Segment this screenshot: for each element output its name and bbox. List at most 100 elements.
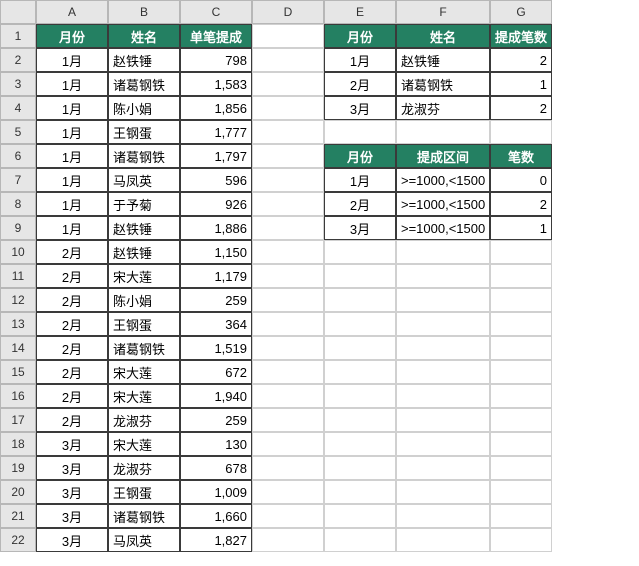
- t1-amount[interactable]: 1,150: [180, 240, 252, 264]
- t1-name[interactable]: 诸葛钢铁: [108, 72, 180, 96]
- empty-cell[interactable]: [324, 120, 396, 144]
- col-header[interactable]: C: [180, 0, 252, 24]
- empty-cell[interactable]: [324, 384, 396, 408]
- t1-month[interactable]: 2月: [36, 312, 108, 336]
- row-header[interactable]: 17: [0, 408, 36, 432]
- empty-cell[interactable]: [252, 288, 324, 312]
- empty-cell[interactable]: [252, 528, 324, 552]
- t1-amount[interactable]: 798: [180, 48, 252, 72]
- empty-cell[interactable]: [252, 144, 324, 168]
- empty-cell[interactable]: [252, 312, 324, 336]
- col-header[interactable]: G: [490, 0, 552, 24]
- row-header[interactable]: 20: [0, 480, 36, 504]
- t2-hdr-name[interactable]: 姓名: [396, 24, 490, 48]
- t1-hdr-amount[interactable]: 单笔提成: [180, 24, 252, 48]
- empty-cell[interactable]: [324, 312, 396, 336]
- t2-hdr-count[interactable]: 提成笔数: [490, 24, 552, 48]
- empty-cell[interactable]: [252, 48, 324, 72]
- empty-cell[interactable]: [252, 216, 324, 240]
- t2-count[interactable]: 2: [490, 96, 552, 120]
- row-header[interactable]: 15: [0, 360, 36, 384]
- row-header[interactable]: 11: [0, 264, 36, 288]
- t1-amount[interactable]: 1,009: [180, 480, 252, 504]
- row-header[interactable]: 16: [0, 384, 36, 408]
- empty-cell[interactable]: [490, 432, 552, 456]
- t2-count[interactable]: 1: [490, 72, 552, 96]
- t1-name[interactable]: 赵铁锤: [108, 216, 180, 240]
- empty-cell[interactable]: [396, 120, 490, 144]
- empty-cell[interactable]: [490, 336, 552, 360]
- t1-month[interactable]: 3月: [36, 504, 108, 528]
- t1-hdr-month[interactable]: 月份: [36, 24, 108, 48]
- t2-month[interactable]: 3月: [324, 96, 396, 120]
- row-header[interactable]: 3: [0, 72, 36, 96]
- t1-month[interactable]: 2月: [36, 240, 108, 264]
- t1-amount[interactable]: 259: [180, 288, 252, 312]
- t1-name[interactable]: 龙淑芬: [108, 456, 180, 480]
- t1-month[interactable]: 2月: [36, 288, 108, 312]
- t1-name[interactable]: 于予菊: [108, 192, 180, 216]
- empty-cell[interactable]: [252, 384, 324, 408]
- t1-month[interactable]: 2月: [36, 408, 108, 432]
- t1-month[interactable]: 1月: [36, 216, 108, 240]
- t1-month[interactable]: 2月: [36, 264, 108, 288]
- empty-cell[interactable]: [490, 288, 552, 312]
- t1-name[interactable]: 诸葛钢铁: [108, 336, 180, 360]
- empty-cell[interactable]: [324, 240, 396, 264]
- empty-cell[interactable]: [490, 384, 552, 408]
- empty-cell[interactable]: [252, 192, 324, 216]
- t1-amount[interactable]: 1,519: [180, 336, 252, 360]
- empty-cell[interactable]: [324, 456, 396, 480]
- t1-amount[interactable]: 672: [180, 360, 252, 384]
- t3-range[interactable]: >=1000,<1500: [396, 168, 490, 192]
- t2-count[interactable]: 2: [490, 48, 552, 72]
- empty-cell[interactable]: [396, 456, 490, 480]
- empty-cell[interactable]: [252, 456, 324, 480]
- row-header[interactable]: 9: [0, 216, 36, 240]
- t1-name[interactable]: 陈小娟: [108, 288, 180, 312]
- t1-name[interactable]: 陈小娟: [108, 96, 180, 120]
- empty-cell[interactable]: [252, 24, 324, 48]
- t1-month[interactable]: 3月: [36, 528, 108, 552]
- row-header[interactable]: 6: [0, 144, 36, 168]
- empty-cell[interactable]: [252, 504, 324, 528]
- col-header[interactable]: A: [36, 0, 108, 24]
- t1-hdr-name[interactable]: 姓名: [108, 24, 180, 48]
- empty-cell[interactable]: [396, 408, 490, 432]
- empty-cell[interactable]: [396, 384, 490, 408]
- empty-cell[interactable]: [324, 504, 396, 528]
- t1-name[interactable]: 诸葛钢铁: [108, 504, 180, 528]
- empty-cell[interactable]: [490, 312, 552, 336]
- t3-range[interactable]: >=1000,<1500: [396, 192, 490, 216]
- row-header[interactable]: 18: [0, 432, 36, 456]
- t1-amount[interactable]: 1,583: [180, 72, 252, 96]
- t1-amount[interactable]: 259: [180, 408, 252, 432]
- t1-month[interactable]: 3月: [36, 480, 108, 504]
- t2-name[interactable]: 诸葛钢铁: [396, 72, 490, 96]
- empty-cell[interactable]: [396, 480, 490, 504]
- row-header[interactable]: 19: [0, 456, 36, 480]
- t1-amount[interactable]: 596: [180, 168, 252, 192]
- t1-month[interactable]: 3月: [36, 456, 108, 480]
- t1-amount[interactable]: 1,856: [180, 96, 252, 120]
- empty-cell[interactable]: [396, 336, 490, 360]
- empty-cell[interactable]: [490, 408, 552, 432]
- t1-name[interactable]: 赵铁锤: [108, 48, 180, 72]
- t1-month[interactable]: 1月: [36, 72, 108, 96]
- t3-hdr-count[interactable]: 笔数: [490, 144, 552, 168]
- row-header[interactable]: 14: [0, 336, 36, 360]
- row-header[interactable]: 13: [0, 312, 36, 336]
- t2-month[interactable]: 2月: [324, 72, 396, 96]
- empty-cell[interactable]: [252, 336, 324, 360]
- col-header[interactable]: B: [108, 0, 180, 24]
- empty-cell[interactable]: [324, 288, 396, 312]
- empty-cell[interactable]: [252, 360, 324, 384]
- empty-cell[interactable]: [252, 432, 324, 456]
- row-header[interactable]: 12: [0, 288, 36, 312]
- empty-cell[interactable]: [490, 264, 552, 288]
- empty-cell[interactable]: [490, 240, 552, 264]
- empty-cell[interactable]: [396, 528, 490, 552]
- t1-month[interactable]: 2月: [36, 384, 108, 408]
- t3-month[interactable]: 3月: [324, 216, 396, 240]
- empty-cell[interactable]: [252, 480, 324, 504]
